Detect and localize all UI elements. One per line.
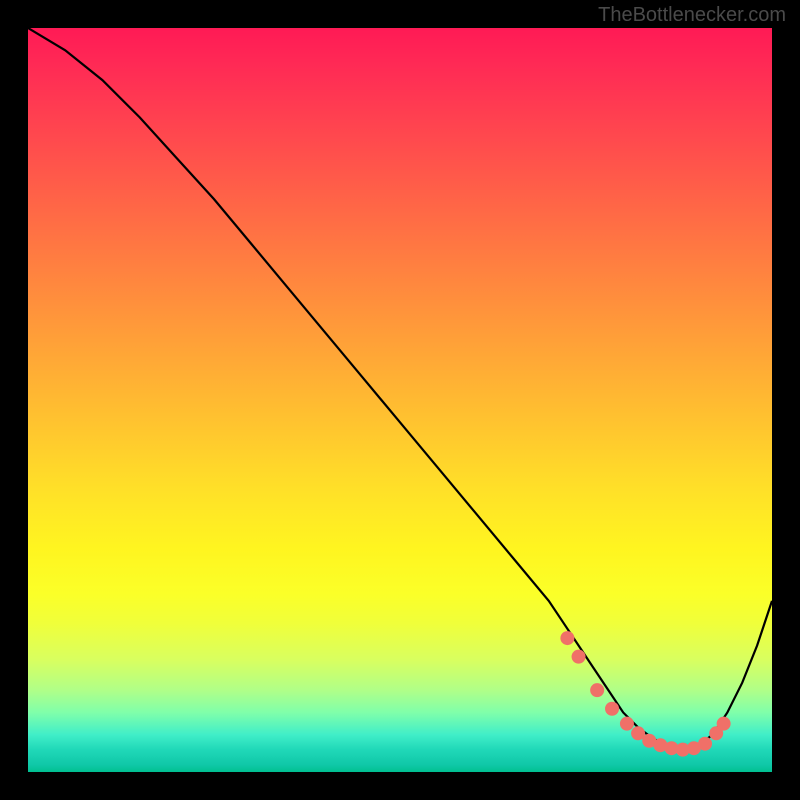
chart-curve-layer [28, 28, 772, 772]
curve-marker [717, 717, 731, 731]
bottleneck-curve [28, 28, 772, 750]
chart-plot-area [28, 28, 772, 772]
curve-marker [620, 717, 634, 731]
watermark-text: TheBottlenecker.com [598, 4, 786, 27]
curve-marker [698, 737, 712, 751]
curve-marker [590, 683, 604, 697]
curve-marker [605, 702, 619, 716]
curve-marker [572, 650, 586, 664]
curve-marker [560, 631, 574, 645]
curve-markers [560, 631, 730, 757]
